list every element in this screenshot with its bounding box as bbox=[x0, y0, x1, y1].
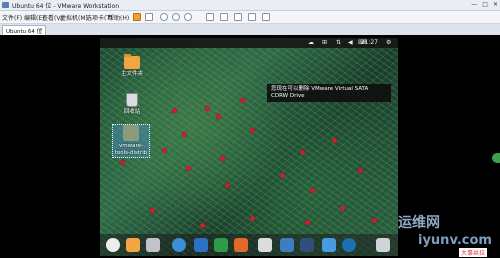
files-icon[interactable] bbox=[126, 238, 140, 252]
maximize-button[interactable]: □ bbox=[482, 1, 488, 8]
tab-label: Ubuntu 64 位 bbox=[6, 29, 43, 35]
snapshot-icon[interactable] bbox=[160, 13, 168, 21]
wallpaper-berry bbox=[372, 218, 377, 223]
desktop-icon-label: vmware-tools-distrib bbox=[114, 143, 148, 156]
watermark-url: iyunv.com bbox=[418, 233, 492, 248]
desktop-icon-label: 回收站 bbox=[123, 109, 141, 115]
folder-icon bbox=[124, 54, 140, 69]
console-view-icon[interactable] bbox=[248, 13, 256, 21]
menu-vm[interactable]: 虚拟机(M) bbox=[60, 13, 88, 22]
wallpaper-berry bbox=[150, 208, 155, 213]
guest-desktop[interactable]: ☁ ⊞ ⇅ ◀ ⌨ 21:27 ⚙ 主文件夹 回收站 vmware-tools-… bbox=[100, 38, 398, 256]
dock-trash-icon[interactable] bbox=[376, 238, 390, 252]
wallpaper-berry bbox=[280, 173, 285, 178]
close-button[interactable]: ✕ bbox=[493, 1, 498, 8]
menu-file[interactable]: 文件(F) bbox=[2, 13, 22, 22]
terminal-icon[interactable] bbox=[300, 238, 314, 252]
launcher-icon[interactable] bbox=[106, 238, 120, 252]
tab-bar: Ubuntu 64 位 ✕ bbox=[0, 24, 500, 35]
side-handle[interactable] bbox=[492, 153, 500, 163]
wallpaper-berry bbox=[216, 114, 221, 119]
wallpaper-berry bbox=[358, 168, 363, 173]
wallpaper-berry bbox=[186, 166, 191, 171]
spreadsheet-icon[interactable] bbox=[214, 238, 228, 252]
desktop-icon-label: 主文件夹 bbox=[120, 71, 143, 77]
desktop-icon-vmware-tools[interactable]: vmware-tools-distrib bbox=[112, 124, 150, 158]
unity-icon[interactable] bbox=[234, 13, 242, 21]
menu-help[interactable]: 帮助(H) bbox=[108, 13, 129, 22]
power-gear-icon[interactable]: ⚙ bbox=[386, 39, 391, 46]
tab-close-icon[interactable]: ✕ bbox=[39, 27, 43, 33]
trash-icon bbox=[126, 93, 138, 107]
cloud-icon[interactable]: ☁ bbox=[308, 39, 314, 46]
minimize-button[interactable]: — bbox=[471, 1, 477, 8]
wallpaper-berry bbox=[182, 132, 187, 137]
wallpaper-berry bbox=[340, 206, 345, 211]
archive-icon bbox=[123, 125, 139, 141]
notification-bubble: 您现在可以删除 VMware Virtual SATA CDRW Drive bbox=[267, 84, 391, 102]
window-title: Ubuntu 64 位 - VMware Workstation bbox=[12, 3, 120, 10]
wallpaper-berry bbox=[120, 160, 125, 165]
send-keys-icon[interactable] bbox=[145, 13, 153, 21]
writer-icon[interactable] bbox=[194, 238, 208, 252]
window-titlebar: Ubuntu 64 位 - VMware Workstation — □ ✕ bbox=[0, 0, 500, 11]
wallpaper-berry bbox=[250, 216, 255, 221]
browser-icon[interactable] bbox=[172, 238, 186, 252]
desktop-icon-trash[interactable]: 回收站 bbox=[114, 93, 150, 116]
presentation-icon[interactable] bbox=[234, 238, 248, 252]
wallpaper-berry bbox=[310, 188, 315, 193]
revert-snapshot-icon[interactable] bbox=[172, 13, 180, 21]
wallpaper-berry bbox=[305, 220, 310, 225]
desktop-icon-home[interactable]: 主文件夹 bbox=[114, 54, 150, 78]
input-method-icon[interactable]: ⊞ bbox=[322, 39, 327, 46]
wallpaper-berry bbox=[240, 98, 245, 103]
wallpaper-berry bbox=[205, 106, 210, 111]
vmware-app-icon bbox=[2, 2, 9, 8]
menu-bar: 文件(F) 编辑(E) 查看(V) 虚拟机(M) 选项卡(T) 帮助(H) bbox=[0, 11, 500, 24]
guest-clock[interactable]: 21:27 bbox=[361, 39, 378, 46]
wallpaper-berry bbox=[220, 156, 225, 161]
pause-icon[interactable] bbox=[133, 13, 141, 21]
wallpaper-berry bbox=[200, 223, 205, 228]
settings-icon[interactable] bbox=[146, 238, 160, 252]
wallpaper-berry bbox=[172, 108, 177, 113]
software-center-icon[interactable] bbox=[258, 238, 272, 252]
wallpaper-berry bbox=[162, 148, 167, 153]
wallpaper-berry bbox=[300, 150, 305, 155]
tab-ubuntu[interactable]: Ubuntu 64 位 ✕ bbox=[2, 25, 46, 35]
volume-icon[interactable]: ◀ bbox=[348, 39, 353, 46]
mail-icon[interactable] bbox=[280, 238, 294, 252]
watermark-badge: 大事丝拉 bbox=[459, 248, 488, 257]
library-icon[interactable] bbox=[206, 13, 214, 21]
watermark-text: 运维网 bbox=[398, 215, 440, 231]
wallpaper-berry bbox=[250, 128, 255, 133]
screenshot-icon[interactable] bbox=[342, 238, 356, 252]
guest-top-panel: ☁ ⊞ ⇅ ◀ ⌨ 21:27 ⚙ bbox=[100, 38, 398, 48]
guest-dock bbox=[100, 234, 398, 256]
wallpaper-berry bbox=[225, 183, 230, 188]
wallpaper-berry bbox=[332, 138, 337, 143]
stretch-icon[interactable] bbox=[262, 13, 270, 21]
fullscreen-icon[interactable] bbox=[220, 13, 228, 21]
notification-text: 您现在可以删除 VMware Virtual SATA CDRW Drive bbox=[271, 86, 369, 99]
snapshot-manager-icon[interactable] bbox=[184, 13, 192, 21]
network-icon[interactable]: ⇅ bbox=[336, 39, 341, 46]
app-store-icon[interactable] bbox=[322, 238, 336, 252]
